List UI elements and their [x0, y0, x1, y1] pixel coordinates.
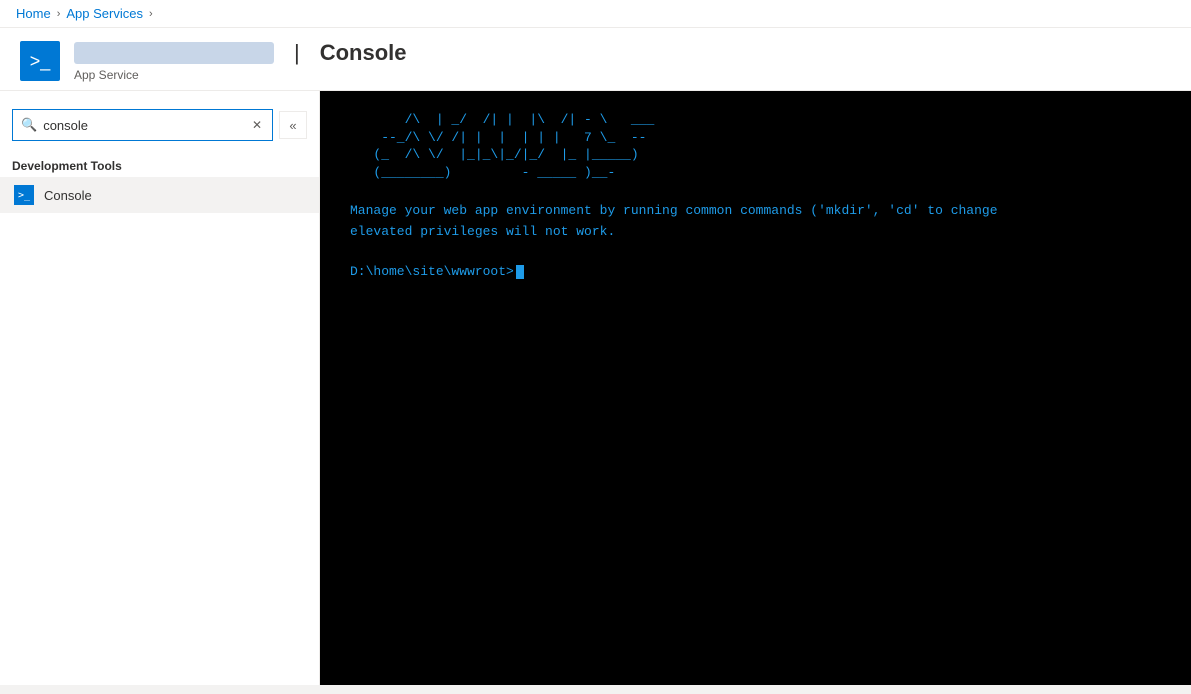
console-terminal[interactable]: /\ | _/ /| | |\ /| - \ ___ --_/\ \/ /| |… — [320, 91, 1191, 685]
service-name-redacted — [74, 42, 274, 64]
breadcrumb-app-services[interactable]: App Services — [66, 6, 143, 21]
console-nav-label: Console — [44, 188, 92, 203]
main-layout: 🔍 ✕ « Development Tools >_ Console /\ | … — [0, 91, 1191, 685]
search-icon: 🔍 — [21, 117, 37, 133]
console-output: /\ | _/ /| | |\ /| - \ ___ --_/\ \/ /| |… — [320, 91, 1191, 685]
console-prompt[interactable]: D:\home\site\wwwroot> — [350, 263, 1161, 281]
search-box-wrapper: 🔍 ✕ « — [0, 101, 319, 149]
page-subtitle: App Service — [74, 68, 407, 82]
sidebar: 🔍 ✕ « Development Tools >_ Console — [0, 91, 320, 685]
console-message: Manage your web app environment by runni… — [350, 201, 1161, 243]
breadcrumb-home[interactable]: Home — [16, 6, 51, 21]
breadcrumb-sep-1: › — [57, 8, 61, 20]
search-input[interactable] — [43, 118, 250, 133]
console-message-line1: Manage your web app environment by runni… — [350, 203, 998, 218]
page-header: >_ | Console App Service — [0, 28, 1191, 91]
breadcrumb-sep-2: › — [149, 8, 153, 20]
collapse-button[interactable]: « — [279, 111, 307, 139]
header-info: | Console App Service — [74, 40, 407, 82]
console-cursor — [516, 265, 524, 279]
console-nav-icon: >_ — [14, 185, 34, 205]
search-clear-button[interactable]: ✕ — [250, 116, 264, 134]
search-box-container: 🔍 ✕ — [12, 109, 273, 141]
collapse-icon: « — [289, 118, 296, 133]
header-divider: | — [294, 40, 300, 66]
page-title: Console — [320, 40, 407, 66]
service-icon: >_ — [20, 41, 60, 81]
header-name-row: | Console — [74, 40, 407, 66]
console-message-line2: elevated privileges will not work. — [350, 224, 615, 239]
breadcrumb: Home › App Services › — [0, 0, 1191, 28]
console-prompt-text: D:\home\site\wwwroot> — [350, 263, 514, 281]
nav-section-development-tools: Development Tools — [0, 149, 319, 177]
nav-item-console[interactable]: >_ Console — [0, 177, 319, 213]
console-ascii-art: /\ | _/ /| | |\ /| - \ ___ --_/\ \/ /| |… — [350, 111, 1161, 181]
